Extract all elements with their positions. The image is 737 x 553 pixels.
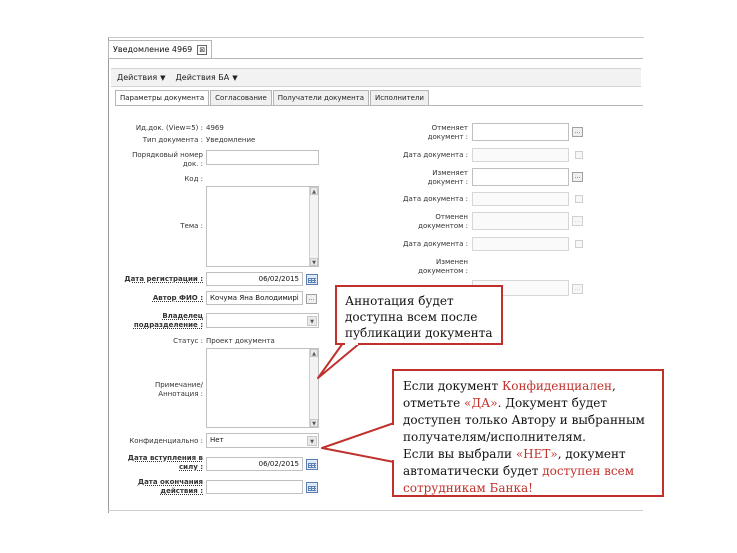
callout-line-4: получателям/исполнителям. (403, 430, 586, 444)
annotation-callout: Аннотация будет доступна всем после публ… (335, 285, 503, 345)
callout-line-5: Если вы выбрали «НЕТ», документ (403, 447, 626, 461)
confidential-callout-pointer (321, 422, 395, 463)
confidential-callout: Если документ Конфиденциален, отметьте «… (392, 369, 664, 497)
callout-joint (345, 341, 358, 345)
callout-line-2: отметьте «ДА». Документ будет (403, 396, 608, 410)
callout-joint (391, 425, 395, 460)
callout-line-3: доступен только Автору и выбранным (403, 413, 645, 427)
callout-line-7: сотрудникам Банка! (403, 481, 533, 495)
annotation-callout-pointer (317, 342, 361, 379)
callout-line-1: Если документ Конфиденциален, (403, 379, 616, 393)
callout-line-6: автоматически будет доступен всем (403, 464, 635, 478)
